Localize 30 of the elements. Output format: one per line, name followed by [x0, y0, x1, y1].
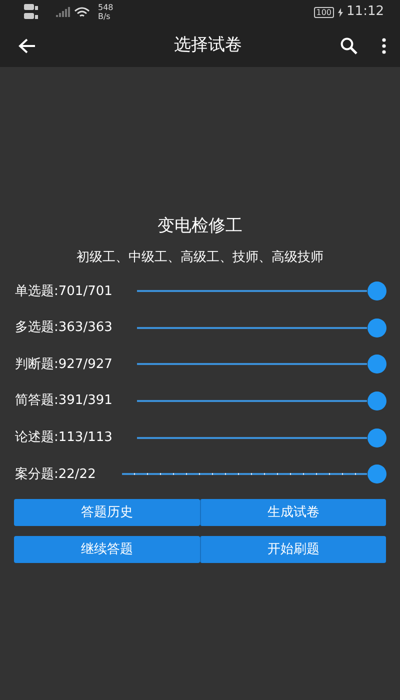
- slider-thumb[interactable]: [368, 354, 386, 374]
- action-button[interactable]: 生成试卷: [200, 498, 386, 526]
- slider-label: 论述题:113/113: [15, 428, 114, 447]
- charging-icon: [338, 8, 343, 16]
- more-button[interactable]: [382, 38, 386, 54]
- slider-label: 简答题:391/391: [15, 392, 114, 410]
- slider-thumb[interactable]: [368, 428, 386, 448]
- signal-icon: [56, 7, 70, 17]
- slider-label: 判断题:927/927: [15, 356, 114, 374]
- net-speed: 548: [98, 3, 114, 12]
- screen-title: 选择试卷: [174, 34, 242, 55]
- net-unit: B/s: [98, 12, 112, 21]
- clock: 11:12: [346, 3, 384, 22]
- slider-thumb[interactable]: [368, 464, 386, 484]
- search-button[interactable]: [340, 36, 358, 54]
- slider-label: 单选题:701/701: [15, 282, 114, 301]
- action-button[interactable]: 答题历史: [14, 498, 200, 526]
- slider-thumb[interactable]: [368, 282, 386, 301]
- slider-thumb[interactable]: [368, 318, 386, 338]
- exam-levels: 初级工、中级工、高级工、技师、高级技师: [76, 250, 324, 264]
- slider-label: 多选题:363/363: [15, 319, 114, 338]
- wifi-icon: [74, 6, 90, 18]
- back-button[interactable]: [18, 38, 36, 54]
- exam-title: 变电检修工: [158, 216, 242, 236]
- hd-icon: [24, 3, 40, 21]
- slider-thumb[interactable]: [368, 392, 386, 411]
- action-button[interactable]: 继续答题: [14, 536, 200, 563]
- slider-label: 案分题:22/22: [15, 466, 97, 484]
- battery-icon: 100: [314, 6, 334, 18]
- action-button[interactable]: 开始刷题: [200, 536, 386, 563]
